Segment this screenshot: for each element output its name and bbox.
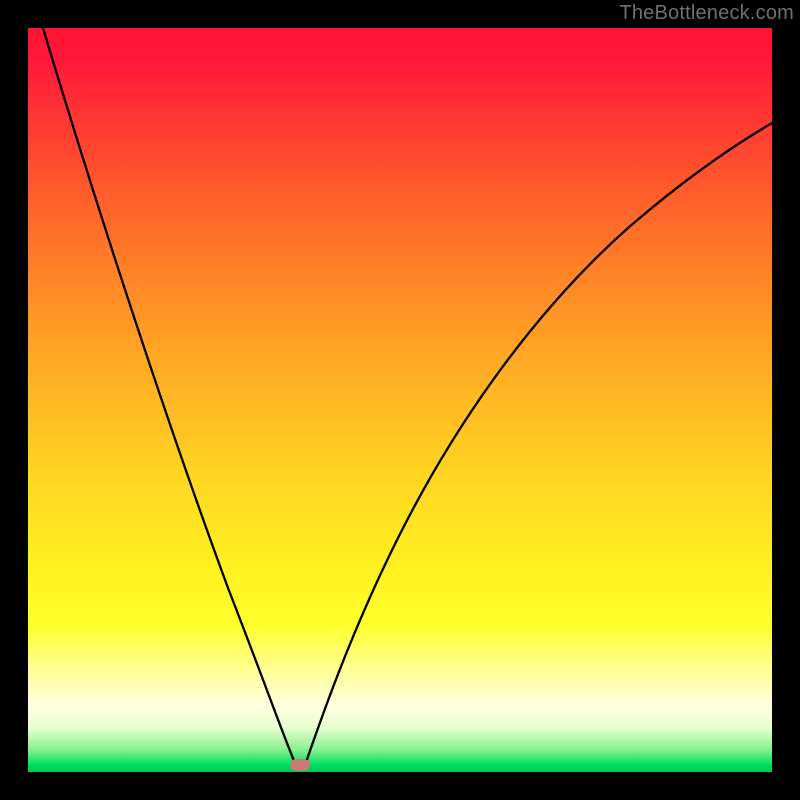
bottleneck-curve: [28, 28, 772, 772]
curve-right-branch: [304, 123, 772, 768]
curve-left-branch: [43, 28, 297, 768]
chart-plot-area: [28, 28, 772, 772]
watermark-text: TheBottleneck.com: [619, 2, 794, 25]
valley-marker: [290, 759, 310, 771]
